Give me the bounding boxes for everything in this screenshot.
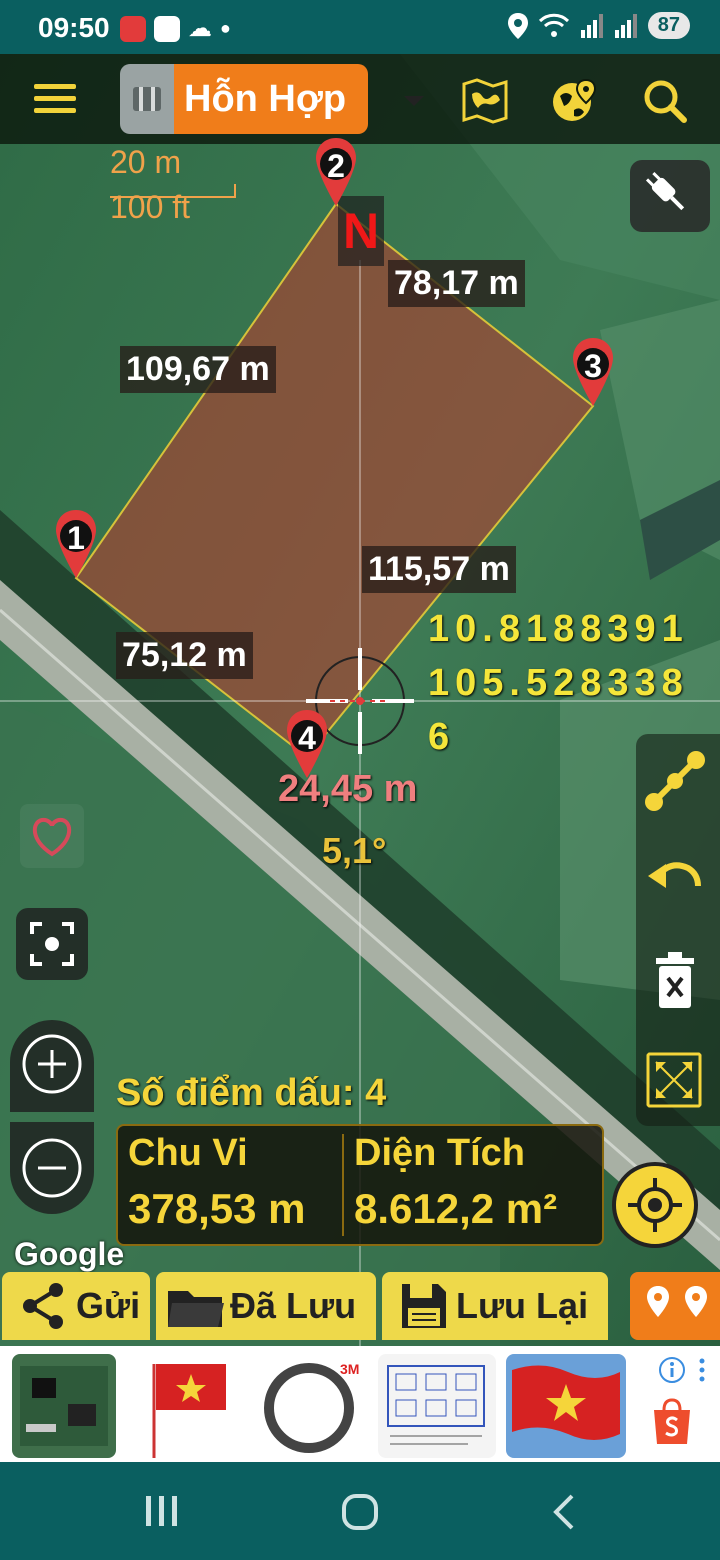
edge-length-2-3: 78,17 m xyxy=(388,260,525,307)
signal-icon-2 xyxy=(614,13,637,38)
plus-icon xyxy=(22,1034,82,1094)
heart-icon xyxy=(32,817,72,857)
map-scale: 20 m 100 ft xyxy=(110,144,236,226)
map-pin-3[interactable]: 3 xyxy=(571,336,615,406)
menu-button[interactable] xyxy=(34,84,76,116)
minus-icon xyxy=(22,1138,82,1198)
saved-button[interactable]: Đã Lưu xyxy=(156,1272,376,1340)
recent-apps-icon[interactable] xyxy=(142,1494,182,1528)
ad-item-vietnam-flag[interactable] xyxy=(130,1354,240,1458)
map-type-thumb-icon xyxy=(120,64,174,134)
scale-bar xyxy=(110,184,236,198)
folder-icon xyxy=(168,1291,224,1327)
line-measure-icon[interactable] xyxy=(640,744,710,818)
send-button[interactable]: Gửi xyxy=(2,1272,150,1340)
map-type-selector[interactable]: Hỗn Hợp xyxy=(120,64,368,134)
pin-label-3: 3 xyxy=(584,348,602,384)
edge-length-3-4: 115,57 m xyxy=(362,546,516,593)
cloud-icon: ☁ xyxy=(188,15,212,42)
zoom-out-button[interactable] xyxy=(10,1122,94,1214)
focus-button[interactable] xyxy=(16,908,88,980)
dot-icon: ● xyxy=(220,18,231,38)
perimeter-block: Chu Vi 378,53 m xyxy=(118,1126,342,1244)
delete-icon[interactable] xyxy=(648,950,702,1012)
status-bar: 09:50 ☁ ● 87 xyxy=(0,0,720,54)
measurement-summary: Chu Vi 378,53 m Diện Tích 8.612,2 m² xyxy=(116,1124,604,1246)
battery-level: 87 xyxy=(647,12,690,39)
ad-item-sketch[interactable] xyxy=(378,1354,496,1458)
pin-label-2: 2 xyxy=(327,148,345,184)
search-icon[interactable] xyxy=(640,76,690,126)
save-button[interactable]: Lưu Lại xyxy=(382,1272,608,1340)
back-icon[interactable] xyxy=(548,1492,578,1532)
area-block: Diện Tích 8.612,2 m² xyxy=(344,1126,567,1244)
saved-label: Đã Lưu xyxy=(230,1285,357,1326)
connect-button[interactable] xyxy=(630,160,710,232)
focus-icon xyxy=(30,922,74,966)
perimeter-label: Chu Vi xyxy=(128,1132,248,1174)
marks-count: Số điểm dấu: 4 xyxy=(116,1072,387,1114)
scale-metric: 20 m xyxy=(110,144,182,180)
send-label: Gửi xyxy=(76,1285,141,1326)
google-attribution: Google xyxy=(14,1236,125,1272)
world-map-icon[interactable] xyxy=(460,76,510,126)
map-pin-1[interactable]: 1 xyxy=(54,508,98,578)
pin-label-4: 4 xyxy=(298,720,316,756)
signal-icon xyxy=(580,13,603,38)
shopee-icon[interactable] xyxy=(648,1396,696,1448)
pin-label-1: 1 xyxy=(67,520,85,556)
system-navigation-bar xyxy=(0,1462,720,1560)
floppy-disk-icon xyxy=(402,1284,446,1328)
ad-info-icon[interactable] xyxy=(658,1356,686,1384)
status-time: 09:50 xyxy=(38,12,110,43)
zalo-icon xyxy=(154,15,180,42)
area-value: 8.612,2 m² xyxy=(354,1185,558,1232)
map-type-label: Hỗn Hợp xyxy=(174,64,368,134)
svg-text:3M: 3M xyxy=(340,1361,359,1377)
edge-length-1-2: 109,67 m xyxy=(120,346,276,393)
top-toolbar: Hỗn Hợp xyxy=(0,54,720,144)
notification-icons: ☁ ● xyxy=(120,14,231,43)
ad-item-circuit-board[interactable] xyxy=(12,1354,116,1458)
ad-item-vietnam-flag-2[interactable] xyxy=(506,1354,626,1458)
edge-length-4-1: 75,12 m xyxy=(116,632,253,679)
fit-bounds-icon[interactable] xyxy=(644,1050,704,1110)
globe-location-icon[interactable] xyxy=(550,76,600,126)
gps-target-icon xyxy=(628,1178,682,1232)
share-icon xyxy=(23,1283,63,1329)
app-notification-icon xyxy=(120,15,146,42)
wifi-icon xyxy=(538,13,569,37)
plug-icon xyxy=(645,171,685,211)
map-pin-2[interactable]: 2 xyxy=(314,136,358,206)
home-icon[interactable] xyxy=(340,1492,380,1532)
cursor-segment-length: 24,45 m xyxy=(278,768,418,810)
favorite-button[interactable] xyxy=(20,804,84,868)
ad-item-ring[interactable]: 3M xyxy=(254,1354,364,1458)
location-icon xyxy=(507,12,528,39)
perimeter-value: 378,53 m xyxy=(128,1185,306,1232)
map-pin-4[interactable]: 4 xyxy=(285,708,329,778)
undo-icon[interactable] xyxy=(644,846,706,906)
pins-button[interactable] xyxy=(630,1272,720,1340)
cursor-bearing: 5,1° xyxy=(322,830,387,871)
ad-banner[interactable]: 3M xyxy=(0,1346,720,1462)
ad-more-icon[interactable] xyxy=(692,1356,712,1384)
zoom-in-button[interactable] xyxy=(10,1020,94,1112)
area-label: Diện Tích xyxy=(354,1132,526,1174)
save-label: Lưu Lại xyxy=(456,1285,589,1326)
map-pins-icon xyxy=(647,1286,707,1317)
my-location-button[interactable] xyxy=(612,1162,698,1248)
chevron-down-icon[interactable] xyxy=(404,96,424,106)
